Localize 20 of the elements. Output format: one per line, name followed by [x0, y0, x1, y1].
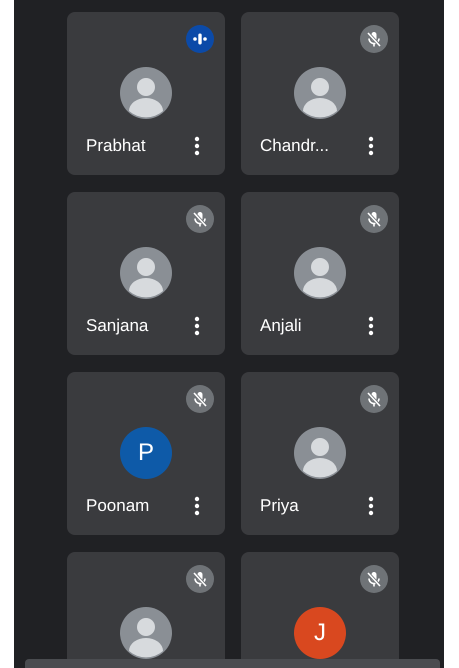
more-icon[interactable] — [368, 316, 374, 336]
more-icon[interactable] — [368, 136, 374, 156]
more-icon[interactable] — [194, 496, 200, 516]
avatar-initial: J — [294, 607, 346, 659]
more-icon[interactable] — [194, 136, 200, 156]
participant-name: Anjali — [260, 316, 302, 336]
participant-name: Chandr... — [260, 136, 329, 156]
avatar-icon — [120, 67, 172, 119]
participant-name: Priya — [260, 496, 299, 516]
participant-name: Poonam — [86, 496, 150, 516]
avatar-icon — [120, 607, 172, 659]
participant-name: Prabhat — [86, 136, 146, 156]
avatar-icon — [120, 247, 172, 299]
avatar-initial: P — [120, 427, 172, 479]
avatar-icon — [294, 67, 346, 119]
participant-name: Sanjana — [86, 316, 148, 336]
more-icon[interactable] — [194, 316, 200, 336]
more-icon[interactable] — [368, 496, 374, 516]
avatar-icon — [294, 427, 346, 479]
avatar-icon — [294, 247, 346, 299]
